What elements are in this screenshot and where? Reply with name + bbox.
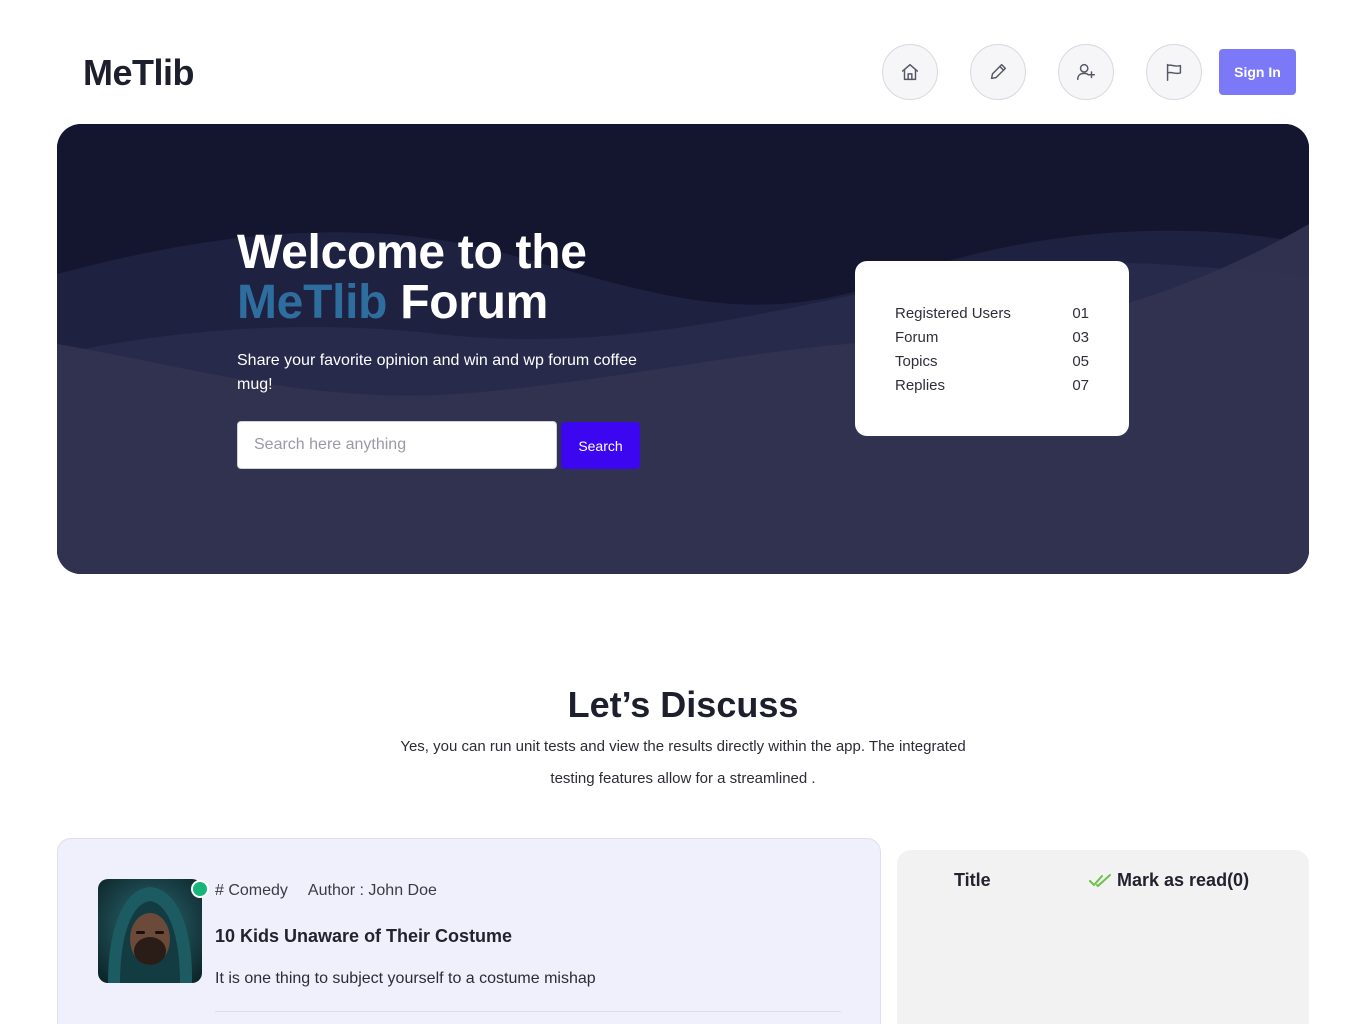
stat-label: Topics (895, 353, 938, 370)
mark-as-read-label: Mark as read(0) (1117, 870, 1250, 890)
add-user-icon (1077, 63, 1095, 81)
forum-stats-card: Registered Users 01 Forum 03 Topics 05 Repl… (855, 261, 1129, 436)
topic-author[interactable]: Author : John Doe (308, 882, 437, 899)
hero-title-rest: Forum (387, 276, 549, 329)
search-button[interactable]: Search (561, 422, 640, 469)
hero-title-line2: MeTlib Forum (237, 278, 587, 328)
stat-label: Replies (895, 377, 946, 394)
pencil-icon (990, 63, 1007, 80)
stat-row-forum: Forum 03 (895, 326, 1089, 350)
topic-excerpt: It is one thing to subject yourself to a… (215, 970, 596, 987)
hero-banner: Welcome to the MeTlib Forum Share your f… (57, 124, 1309, 574)
stat-value: 03 (1072, 329, 1089, 346)
avatar[interactable] (98, 879, 202, 983)
home-button[interactable] (882, 44, 938, 100)
hero-title-accent: MeTlib (237, 276, 388, 329)
hero-subtitle: Share your favorite opinion and win and … (237, 352, 637, 393)
stat-label: Registered Users (895, 305, 1011, 322)
divider (215, 1011, 841, 1012)
stat-row-replies: Replies 07 (895, 374, 1089, 398)
site-logo[interactable]: MeTlib (83, 52, 195, 94)
stat-row-topics: Topics 05 (895, 350, 1089, 374)
report-button[interactable] (1146, 44, 1202, 100)
double-check-icon (1089, 873, 1111, 887)
topic-card[interactable]: # Comedy Author : John Doe 10 Kids Unawar… (57, 838, 881, 1024)
panel-title: Title (954, 870, 991, 890)
flag-icon (1166, 63, 1182, 81)
hero-title-line1: Welcome to the (237, 226, 587, 279)
section-title: Let’s Discuss (567, 684, 799, 725)
stat-value: 01 (1072, 305, 1089, 322)
avatar-image (98, 879, 202, 983)
register-button[interactable] (1058, 44, 1114, 100)
sign-in-button[interactable]: Sign In (1219, 49, 1296, 95)
online-status-indicator (191, 880, 209, 898)
new-post-button[interactable] (970, 44, 1026, 100)
home-icon (901, 63, 919, 81)
hero-title: Welcome to the MeTlib Forum (237, 228, 587, 328)
stat-value: 05 (1072, 353, 1089, 370)
mark-as-read-button[interactable]: Mark as read(0) (1089, 870, 1249, 891)
notifications-panel: Title Mark as read(0) (897, 850, 1309, 1024)
stat-row-registered-users: Registered Users 01 (895, 302, 1089, 326)
section-subtitle: Yes, you can run unit tests and view the… (400, 738, 966, 787)
topic-tag[interactable]: # Comedy (215, 882, 288, 899)
topic-meta: # Comedy Author : John Doe (215, 882, 437, 900)
search-input[interactable] (237, 421, 557, 469)
stat-value: 07 (1072, 377, 1089, 394)
topic-title[interactable]: 10 Kids Unaware of Their Costume (215, 926, 512, 947)
stat-label: Forum (895, 329, 939, 346)
